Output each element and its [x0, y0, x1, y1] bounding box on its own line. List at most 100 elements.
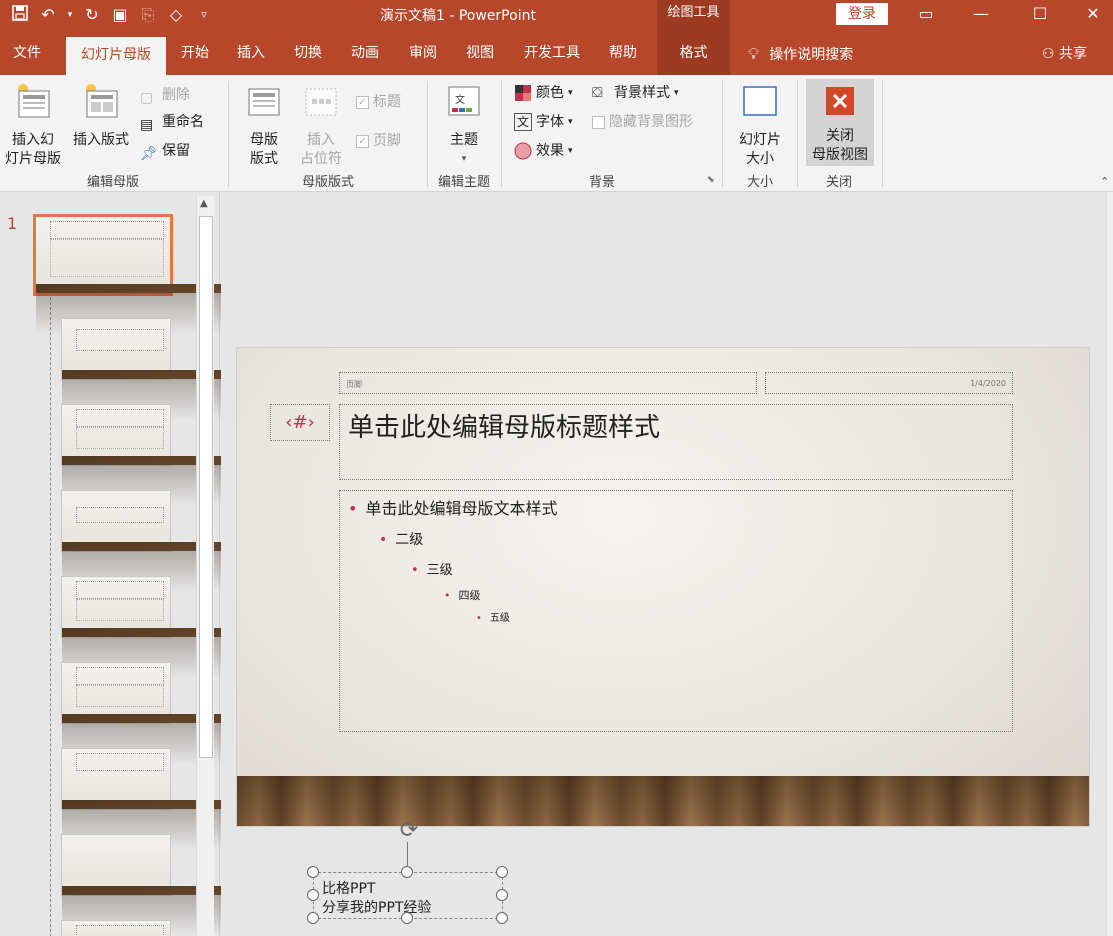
resize-handle[interactable] [307, 866, 319, 878]
title-placeholder[interactable]: 单击此处编辑母版标题样式 [339, 404, 1013, 480]
slide-number-placeholder[interactable]: ‹#› [270, 404, 330, 441]
tab-file[interactable]: 文件 [0, 32, 54, 75]
preserve-button[interactable]: 📌︎ 保留 [140, 139, 190, 163]
group-separator [722, 81, 723, 187]
footer-checkbox[interactable]: ✓ 页脚 [356, 129, 401, 153]
tab-format[interactable]: 格式 [657, 32, 730, 75]
insert-placeholder-button[interactable]: 插入 占位符 [292, 81, 350, 169]
slide-master-canvas[interactable]: 页脚 1/4/2020 ‹#› 单击此处编辑母版标题样式 • 单击此处编辑母版文本… [236, 347, 1090, 827]
repeat-icon[interactable]: ↻ [80, 4, 104, 26]
thumbnail-title-placeholder [76, 329, 164, 351]
title-bar: ↶ ▾ ↻ ▣ ⎘ ◇ ▿ 演示文稿1 - PowerPoint 绘图工具 登录… [0, 0, 1113, 32]
thumbnail-layout[interactable] [61, 920, 171, 936]
thumbnail-layout[interactable] [61, 404, 916, 506]
colors-dropdown[interactable]: 颜色 ▾ [514, 81, 573, 105]
collapse-ribbon-icon[interactable]: ⌃ [1100, 175, 1109, 188]
tab-developer[interactable]: 开发工具 [516, 32, 588, 75]
slide-size-label: 幻灯片 大小 [739, 132, 781, 167]
resize-handle[interactable] [307, 912, 319, 924]
redo-dropdown-icon[interactable]: ▾ [64, 4, 76, 26]
close-master-view-button[interactable]: 关闭 母版视图 [806, 79, 874, 166]
body-placeholder[interactable]: • 单击此处编辑母版文本样式 • 二级 • 三级 • 四级 • 五级 [339, 490, 1013, 732]
thumbnail-layout[interactable] [61, 834, 916, 936]
rename-button[interactable]: ▤ 重命名 [140, 110, 204, 134]
themes-button[interactable]: 文 主题 ▾ [438, 81, 490, 169]
thumbnail-title-placeholder [76, 409, 164, 427]
bullet-level-3: • 三级 [411, 559, 1004, 578]
effects-icon [514, 142, 532, 160]
shape-fill-icon[interactable]: ◇ [164, 4, 188, 26]
save-icon[interactable] [8, 4, 32, 26]
tab-review[interactable]: 审阅 [398, 32, 448, 75]
maximize-icon[interactable]: ☐ [1017, 0, 1063, 32]
rotate-handle-icon[interactable]: ⟳ [396, 818, 422, 844]
thumbnail-title-placeholder [50, 221, 164, 239]
tab-view[interactable]: 视图 [455, 32, 505, 75]
undo-icon[interactable]: ↶ [36, 4, 60, 26]
resize-handle[interactable] [401, 866, 413, 878]
thumbnail-layout[interactable] [61, 490, 916, 592]
resize-handle[interactable] [307, 889, 319, 901]
thumbnail-slide-master[interactable] [33, 214, 890, 334]
canvas-scrollbar[interactable] [1106, 192, 1113, 936]
footer-placeholder[interactable]: 页脚 [339, 372, 757, 394]
present-from-start-icon[interactable]: ▣ [108, 4, 132, 26]
insert-slide-master-label: 插入幻 灯片母版 [5, 132, 61, 167]
rename-icon: ▤ [140, 117, 154, 133]
thumbnail-layout[interactable] [61, 576, 916, 678]
fonts-dropdown[interactable]: 文 字体 ▾ [514, 110, 573, 134]
close-window-icon[interactable]: ✕ [1070, 0, 1113, 32]
preserve-label: 保留 [162, 143, 190, 159]
lightbulb-icon: 💡︎ [748, 44, 760, 63]
insert-slide-master-button[interactable]: 插入幻 灯片母版 [4, 81, 62, 169]
resize-handle[interactable] [496, 889, 508, 901]
insert-layout-label: 插入版式 [73, 132, 129, 148]
resize-handle[interactable] [496, 912, 508, 924]
colors-icon [515, 85, 531, 101]
title-checkbox-label: 标题 [373, 94, 401, 110]
slide-size-button[interactable]: 幻灯片 大小 [732, 81, 788, 169]
effects-dropdown[interactable]: 效果 ▾ [514, 139, 573, 163]
login-button[interactable]: 登录 [836, 3, 888, 25]
tell-me-search[interactable]: 💡︎ 操作说明搜索 [748, 32, 853, 75]
thumbnail-layout[interactable] [61, 318, 916, 420]
share-button[interactable]: ⚇ 共享 [1042, 32, 1087, 75]
text-box-line-2: 分享我的PPT经验 [322, 900, 432, 916]
thumbnail-scrollbar[interactable]: ▲ [196, 196, 214, 936]
hide-background-graphics-checkbox[interactable]: 隐藏背景图形 [592, 110, 693, 134]
master-layout-button[interactable]: 母版 版式 [238, 81, 290, 169]
thumbnail-layout[interactable] [61, 748, 916, 850]
delete-icon: ▢ [140, 90, 154, 106]
ribbon-display-options-icon[interactable]: ▭ [903, 0, 949, 32]
customize-qat-icon[interactable]: ▿ [192, 4, 216, 26]
copy-format-icon[interactable]: ⎘ [136, 4, 160, 26]
scroll-up-icon[interactable]: ▲ [200, 198, 208, 209]
dialog-launcher-icon[interactable]: ⬊ [707, 175, 715, 185]
tab-insert[interactable]: 插入 [226, 32, 276, 75]
tab-slide-master[interactable]: 幻灯片母版 [66, 37, 166, 75]
resize-handle[interactable] [401, 912, 413, 924]
thumbnail-title-placeholder [76, 507, 164, 523]
tab-animations[interactable]: 动画 [340, 32, 390, 75]
insert-layout-button[interactable]: 插入版式 [68, 81, 134, 150]
background-styles-dropdown[interactable]: ⛋ 背景样式 ▾ [592, 81, 679, 105]
level3-text: 三级 [426, 563, 453, 578]
title-checkbox[interactable]: ✓ 标题 [356, 90, 401, 114]
thumbnail-title-placeholder [76, 753, 164, 771]
thumbnail-layout[interactable] [61, 662, 916, 764]
date-text: 1/4/2020 [970, 379, 1006, 388]
checkbox-checked-icon: ✓ [356, 134, 369, 148]
scrollbar-thumb[interactable] [199, 216, 213, 758]
group-label-close: 关闭 [825, 175, 852, 190]
checkbox-unchecked-icon [592, 115, 605, 129]
background-styles-label: 背景样式 [614, 85, 670, 101]
tab-home[interactable]: 开始 [170, 32, 220, 75]
bullet-icon: • [476, 613, 482, 624]
resize-handle[interactable] [496, 866, 508, 878]
tab-help[interactable]: 帮助 [598, 32, 648, 75]
thumbnail-body-placeholder [50, 239, 164, 277]
tab-transitions[interactable]: 切换 [283, 32, 333, 75]
date-placeholder[interactable]: 1/4/2020 [765, 372, 1013, 394]
minimize-icon[interactable]: — [958, 0, 1004, 32]
delete-button[interactable]: ▢ 删除 [140, 83, 190, 107]
